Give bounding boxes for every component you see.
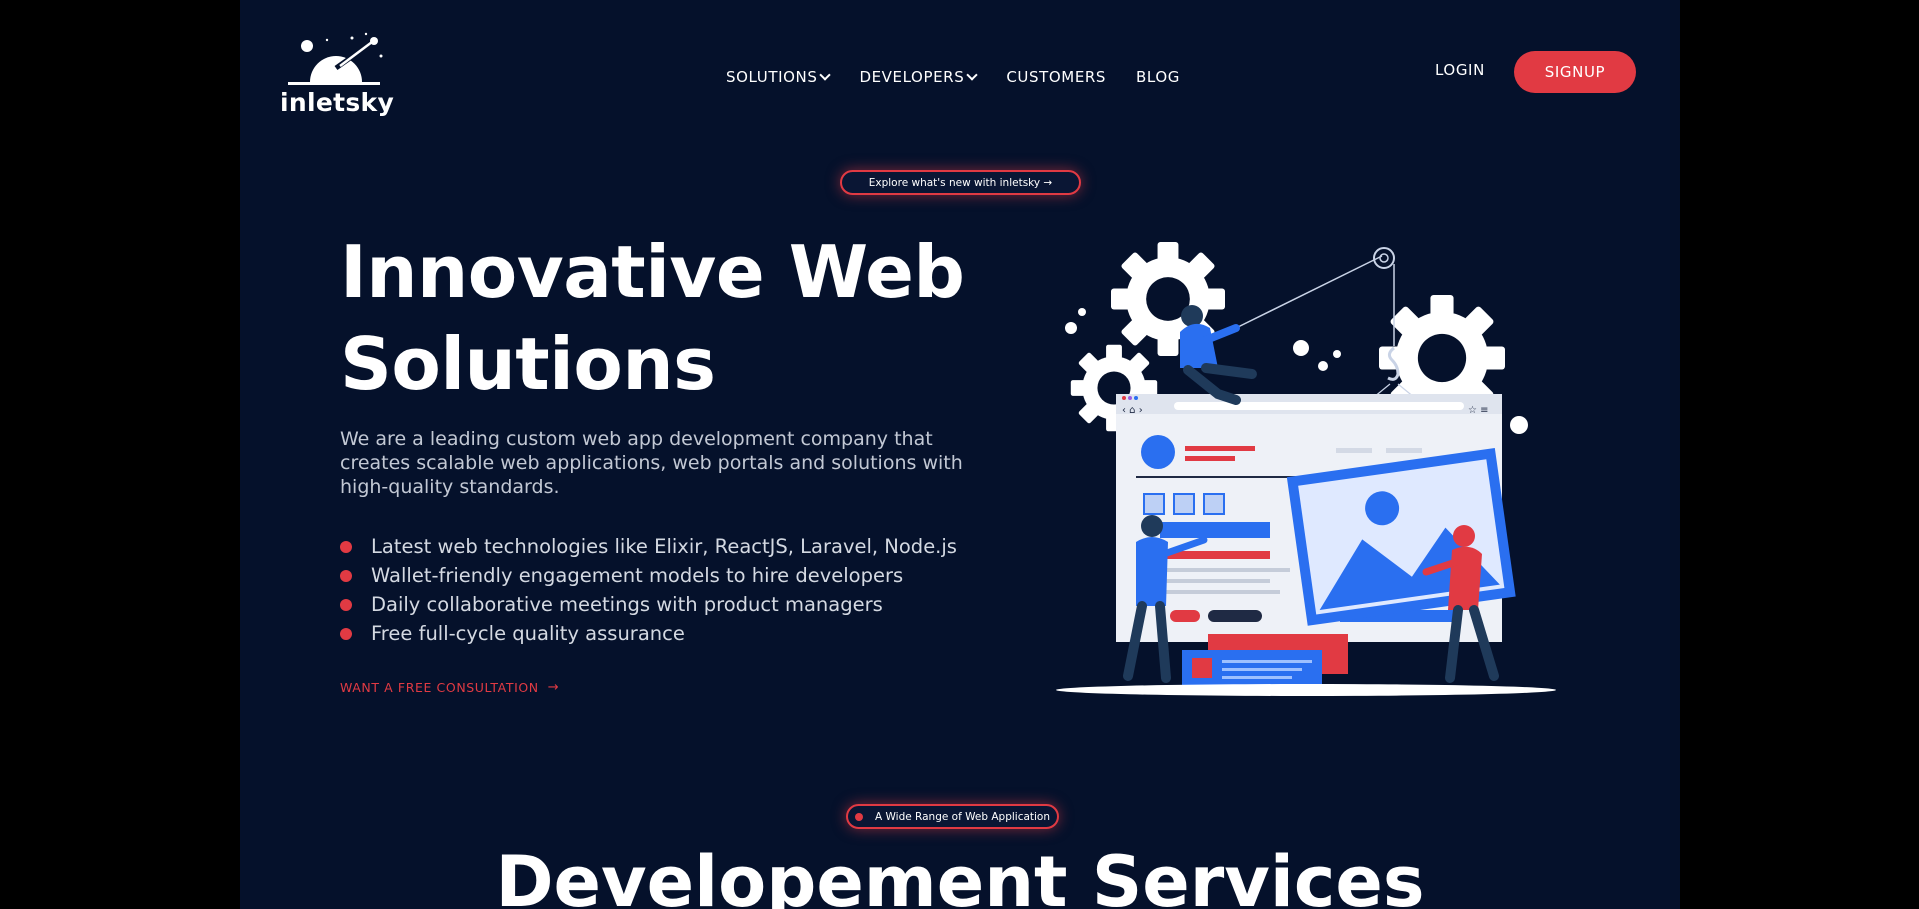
- list-item: Free full-cycle quality assurance: [340, 619, 957, 648]
- feature-text: Latest web technologies like Elixir, Rea…: [371, 535, 957, 558]
- bullet-dot-icon: [340, 627, 352, 640]
- nav-item-label: CUSTOMERS: [1006, 68, 1107, 86]
- nav-item-label: SOLUTIONS: [726, 68, 818, 86]
- nav-item-developers[interactable]: DEVELOPERS: [859, 68, 978, 86]
- list-item: Daily collaborative meetings with produc…: [340, 590, 957, 619]
- nav-item-solutions[interactable]: SOLUTIONS: [726, 68, 832, 86]
- brand-logo[interactable]: inletsky: [280, 30, 395, 122]
- free-consultation-link[interactable]: WANT A FREE CONSULTATION →: [340, 680, 559, 695]
- feature-text: Wallet-friendly engagement models to hir…: [371, 564, 904, 587]
- cta-label: WANT A FREE CONSULTATION: [340, 680, 539, 695]
- section-title: Developement Services: [495, 841, 1425, 909]
- services-badge: A Wide Range of Web Application: [846, 804, 1059, 829]
- main-nav: SOLUTIONS DEVELOPERS CUSTOMERS BLOG: [726, 66, 1180, 88]
- signup-button[interactable]: SIGNUP: [1514, 51, 1636, 93]
- badge-dot-icon: [854, 812, 863, 821]
- brand-name: inletsky: [280, 88, 395, 117]
- chevron-down-icon: [819, 68, 832, 81]
- bullet-dot-icon: [340, 540, 352, 553]
- list-item: Latest web technologies like Elixir, Rea…: [340, 532, 957, 561]
- chevron-down-icon: [966, 68, 978, 81]
- nav-item-label: DEVELOPERS: [859, 68, 965, 86]
- hero-title-line-2: Solutions: [340, 322, 716, 406]
- nav-item-blog[interactable]: BLOG: [1136, 68, 1180, 86]
- services-badge-label: A Wide Range of Web Application: [874, 810, 1051, 823]
- bullet-dot-icon: [340, 569, 352, 582]
- feature-text: Daily collaborative meetings with produc…: [371, 593, 883, 616]
- announcement-pill[interactable]: Explore what's new with inletsky →: [840, 170, 1081, 195]
- logo-mark-icon: [288, 32, 383, 85]
- feature-list: Latest web technologies like Elixir, Rea…: [340, 532, 957, 648]
- page: inletsky SOLUTIONS DEVELOPERS CUSTOMERS …: [240, 0, 1680, 909]
- feature-text: Free full-cycle quality assurance: [371, 622, 685, 645]
- arrow-right-icon: →: [547, 680, 560, 695]
- svg-text:☆ ≡: ☆ ≡: [1468, 405, 1489, 416]
- nav-item-customers[interactable]: CUSTOMERS: [1006, 68, 1106, 86]
- nav-item-label: BLOG: [1136, 68, 1180, 86]
- svg-text:‹ ⌂ ›: ‹ ⌂ ›: [1122, 405, 1143, 416]
- login-link[interactable]: LOGIN: [1435, 61, 1485, 79]
- hero-title-line-1: Innovative Web: [340, 230, 965, 314]
- hero-title: Innovative Web Solutions: [340, 226, 980, 410]
- web-development-illustration: ‹ ⌂ › ☆ ≡: [1056, 242, 1556, 696]
- bullet-dot-icon: [340, 598, 352, 611]
- announcement-label: Explore what's new with inletsky →: [868, 176, 1053, 189]
- list-item: Wallet-friendly engagement models to hir…: [340, 561, 957, 590]
- hero-description: We are a leading custom web app developm…: [340, 428, 963, 498]
